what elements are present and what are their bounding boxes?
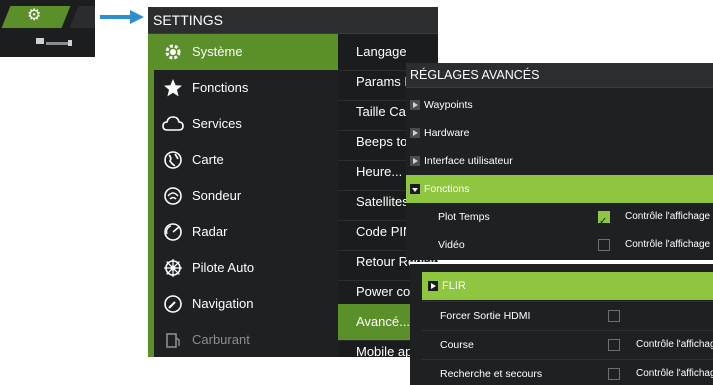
globe-icon — [162, 150, 184, 170]
flir-header[interactable]: FLIR — [422, 272, 713, 300]
option-description: Contrôle l'affichage de — [625, 239, 713, 250]
expand-arrow-icon[interactable] — [410, 156, 420, 166]
category-navigation[interactable]: Navigation — [154, 286, 338, 322]
flir-panel: FLIR Forcer Sortie HDMI Course Contrôle … — [410, 262, 713, 385]
adv-row-interface[interactable]: Interface utilisateur — [406, 147, 713, 175]
adv-row-hardware[interactable]: Hardware — [406, 119, 713, 147]
category-carburant[interactable]: Carburant — [154, 322, 338, 357]
tab-inactive — [69, 6, 95, 28]
expand-arrow-icon[interactable] — [410, 128, 420, 138]
category-label: Navigation — [192, 296, 254, 311]
category-pilote-auto[interactable]: Pilote Auto — [154, 250, 338, 286]
option-recherche-secours[interactable]: Recherche et secours Contrôle l'affichag… — [422, 359, 713, 385]
star-icon — [162, 78, 184, 98]
category-carte[interactable]: Carte — [154, 142, 338, 178]
helm-wheel-icon — [162, 258, 184, 278]
option-description: Contrôle l'affichage — [636, 339, 713, 350]
option-forcer-sortie-hdmi[interactable]: Forcer Sortie HDMI — [422, 301, 713, 330]
option-description: Contrôle l'affichage — [636, 368, 713, 379]
option-plot-temps[interactable]: Plot Temps Contrôle l'affichage de — [406, 203, 713, 236]
hdmi-checkbox[interactable] — [608, 310, 620, 322]
adv-row-label: Hardware — [424, 127, 470, 139]
advanced-settings-panel: RÉGLAGES AVANCÉS Waypoints Hardware Inte… — [406, 63, 713, 260]
gear-icon: ⚙ — [27, 7, 42, 24]
cloud-icon — [162, 114, 184, 134]
option-label: Recherche et secours — [440, 368, 543, 380]
pointer-arrow-icon — [100, 10, 144, 24]
option-label: Plot Temps — [438, 211, 490, 223]
category-services[interactable]: Services — [154, 106, 338, 142]
home-settings-tile[interactable]: ⚙ — [0, 0, 95, 57]
flir-header-label: FLIR — [442, 280, 466, 292]
category-label: Sondeur — [192, 188, 242, 203]
adv-row-label: Fonctions — [424, 183, 470, 195]
category-fonctions[interactable]: Fonctions — [154, 70, 338, 106]
category-label: Carburant — [192, 332, 250, 347]
radar-icon — [162, 222, 184, 242]
adv-row-fonctions[interactable]: Fonctions — [406, 175, 713, 203]
collapse-arrow-icon[interactable] — [410, 184, 420, 194]
category-label: Pilote Auto — [192, 260, 255, 275]
settings-title: SETTINGS — [148, 7, 438, 34]
video-checkbox[interactable] — [598, 239, 610, 251]
category-label: Système — [192, 44, 243, 59]
option-label: Forcer Sortie HDMI — [440, 310, 531, 322]
course-checkbox[interactable] — [608, 339, 620, 351]
option-label: Course — [440, 339, 474, 351]
category-label: Services — [192, 116, 242, 131]
advanced-settings-title: RÉGLAGES AVANCÉS — [406, 63, 713, 88]
option-video[interactable]: Vidéo Contrôle l'affichage de — [406, 231, 713, 259]
recherche-checkbox[interactable] — [608, 368, 620, 380]
adv-row-waypoints[interactable]: Waypoints — [406, 91, 713, 119]
option-description: Contrôle l'affichage de — [625, 211, 713, 222]
category-radar[interactable]: Radar — [154, 214, 338, 250]
category-label: Fonctions — [192, 80, 249, 95]
option-course[interactable]: Course Contrôle l'affichage — [422, 330, 713, 359]
settings-categories: Système Fonctions Services Carte Sondeur — [148, 34, 338, 357]
category-label: Carte — [192, 152, 224, 167]
settings-panel: SETTINGS Système Fonctions Services Cart… — [148, 7, 438, 357]
option-label: Vidéo — [438, 239, 465, 251]
category-label: Radar — [192, 224, 228, 239]
sonar-icon — [162, 186, 184, 206]
adv-row-label: Waypoints — [424, 99, 473, 111]
category-systeme[interactable]: Système — [154, 34, 338, 70]
fuel-icon — [162, 330, 184, 350]
adv-row-label: Interface utilisateur — [424, 155, 513, 167]
device-icon — [36, 38, 72, 46]
category-sondeur[interactable]: Sondeur — [154, 178, 338, 214]
compass-icon — [162, 294, 184, 314]
expand-arrow-icon[interactable] — [410, 100, 420, 110]
gear-icon — [162, 42, 184, 62]
expand-arrow-icon[interactable] — [428, 281, 438, 291]
plot-temps-checkbox[interactable] — [598, 208, 610, 236]
